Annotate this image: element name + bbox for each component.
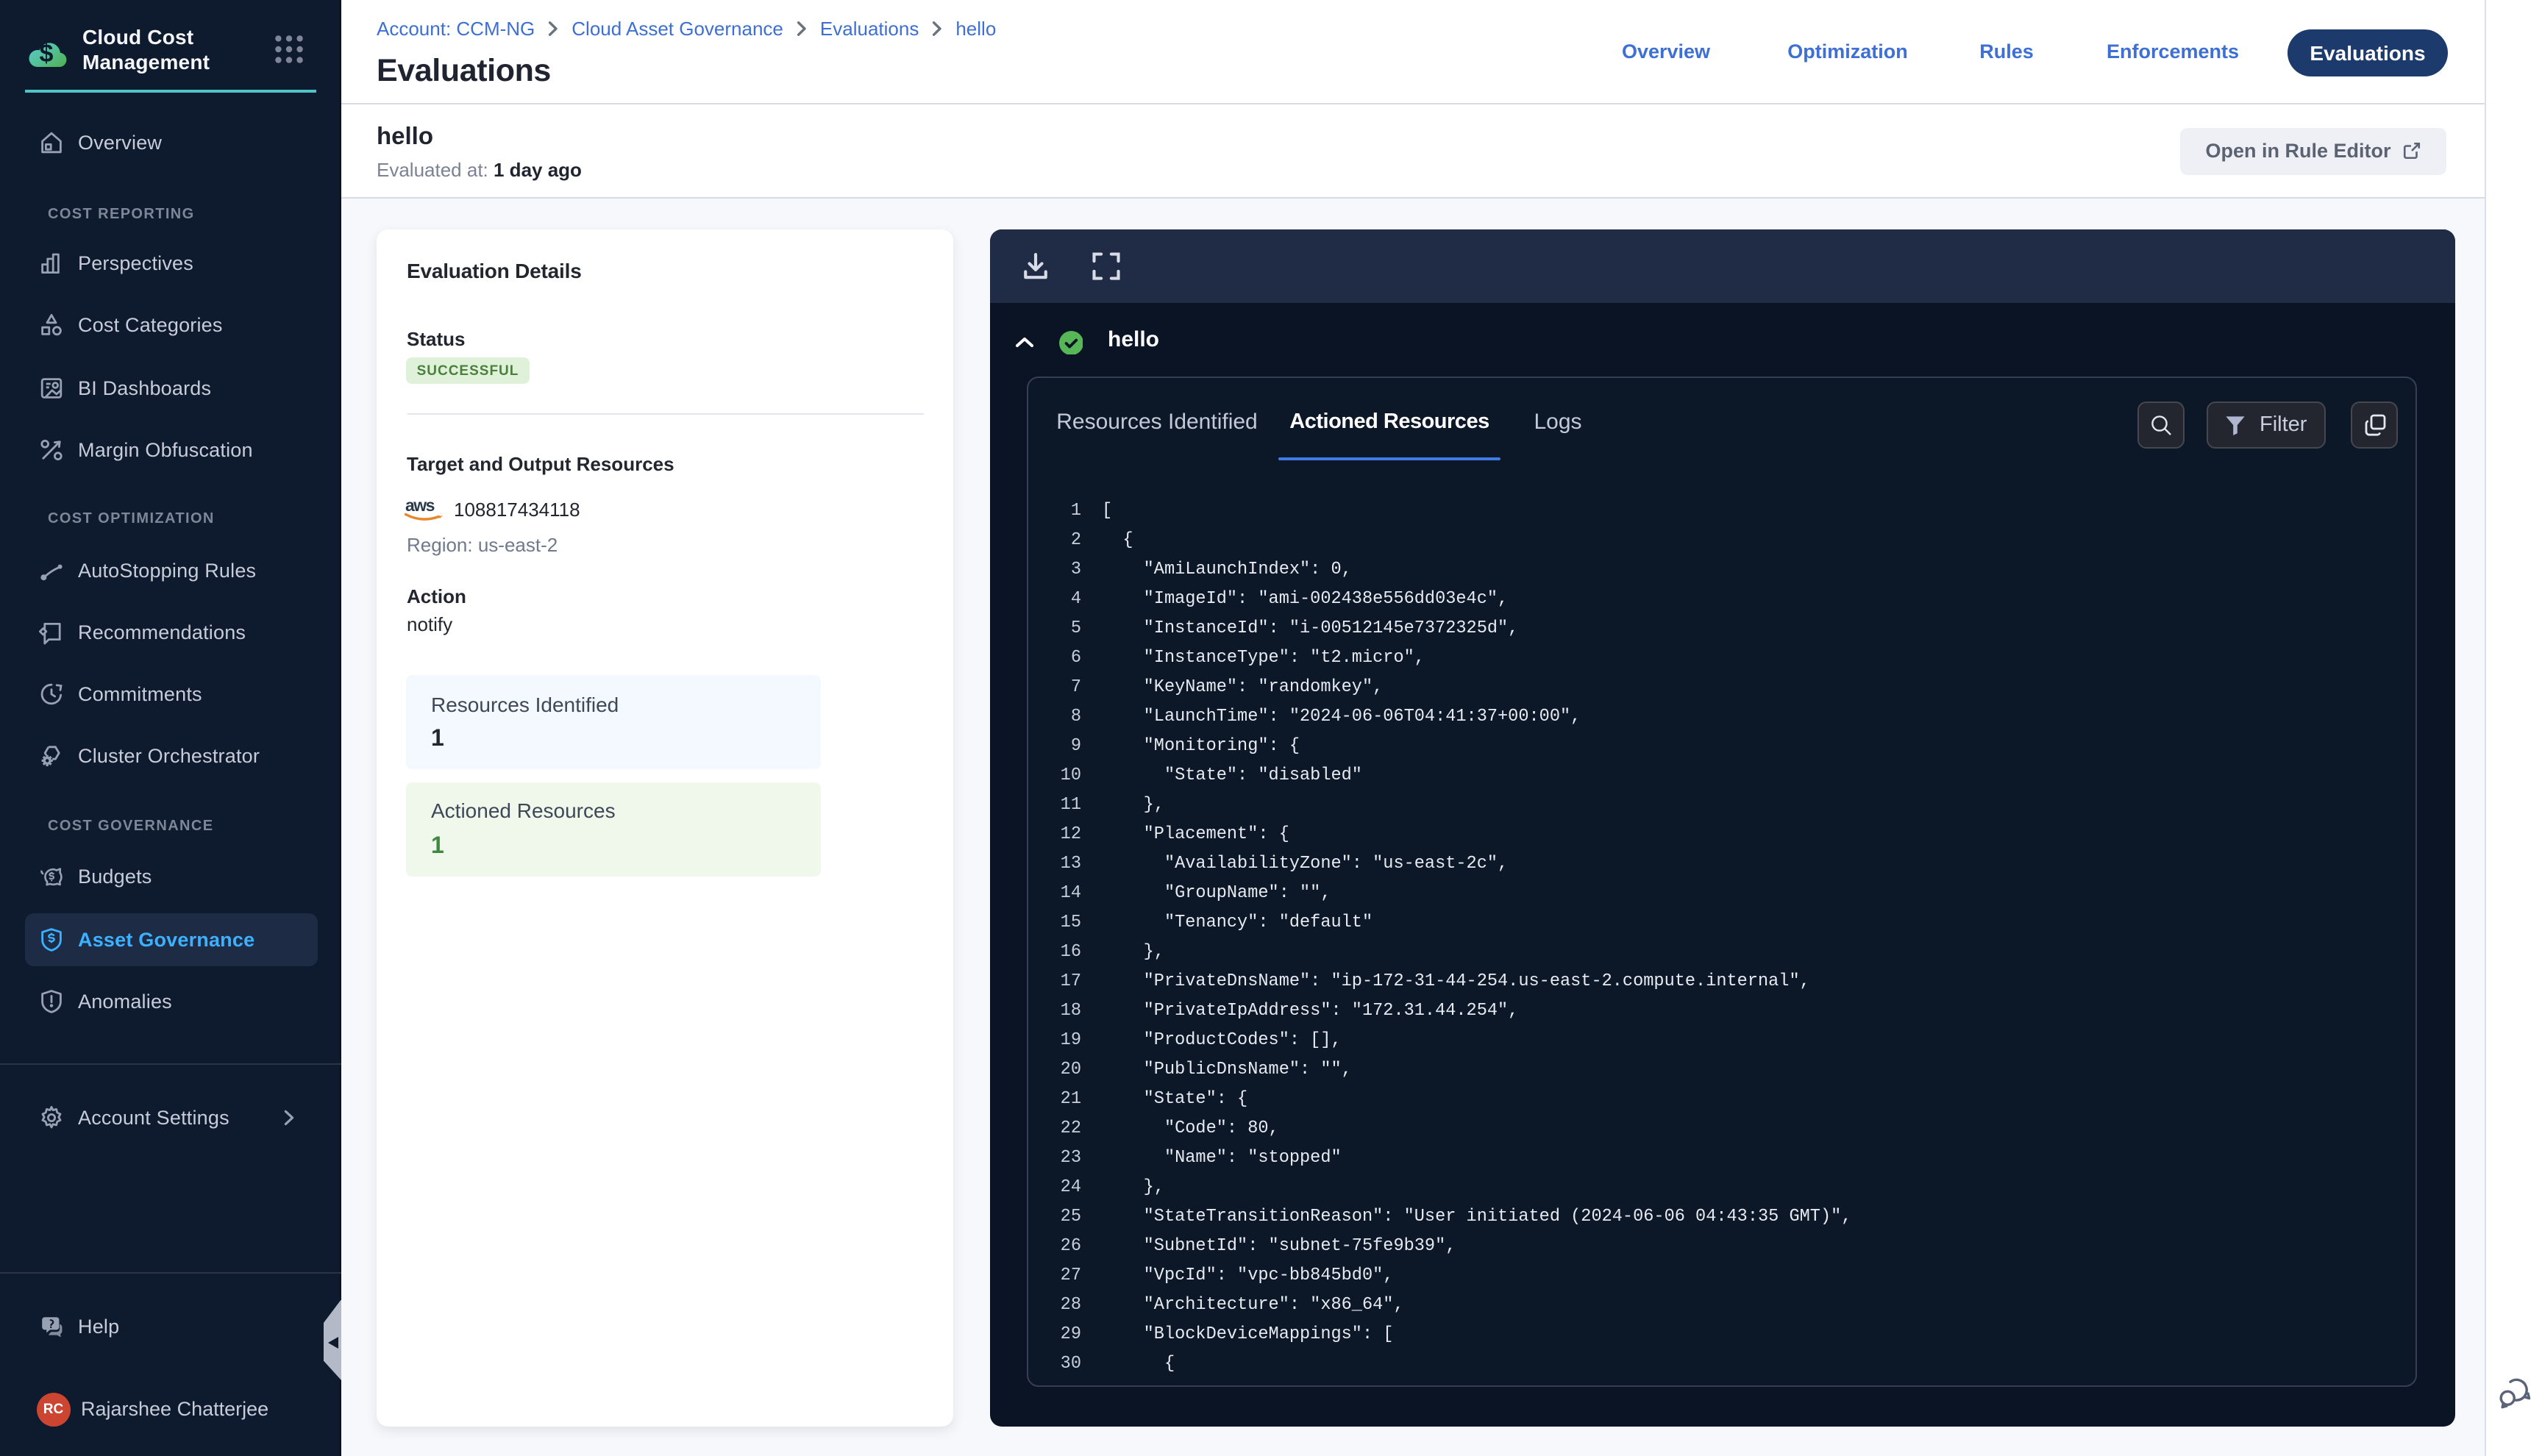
svg-text:aws: aws bbox=[405, 497, 434, 515]
svg-text:$: $ bbox=[40, 40, 54, 68]
